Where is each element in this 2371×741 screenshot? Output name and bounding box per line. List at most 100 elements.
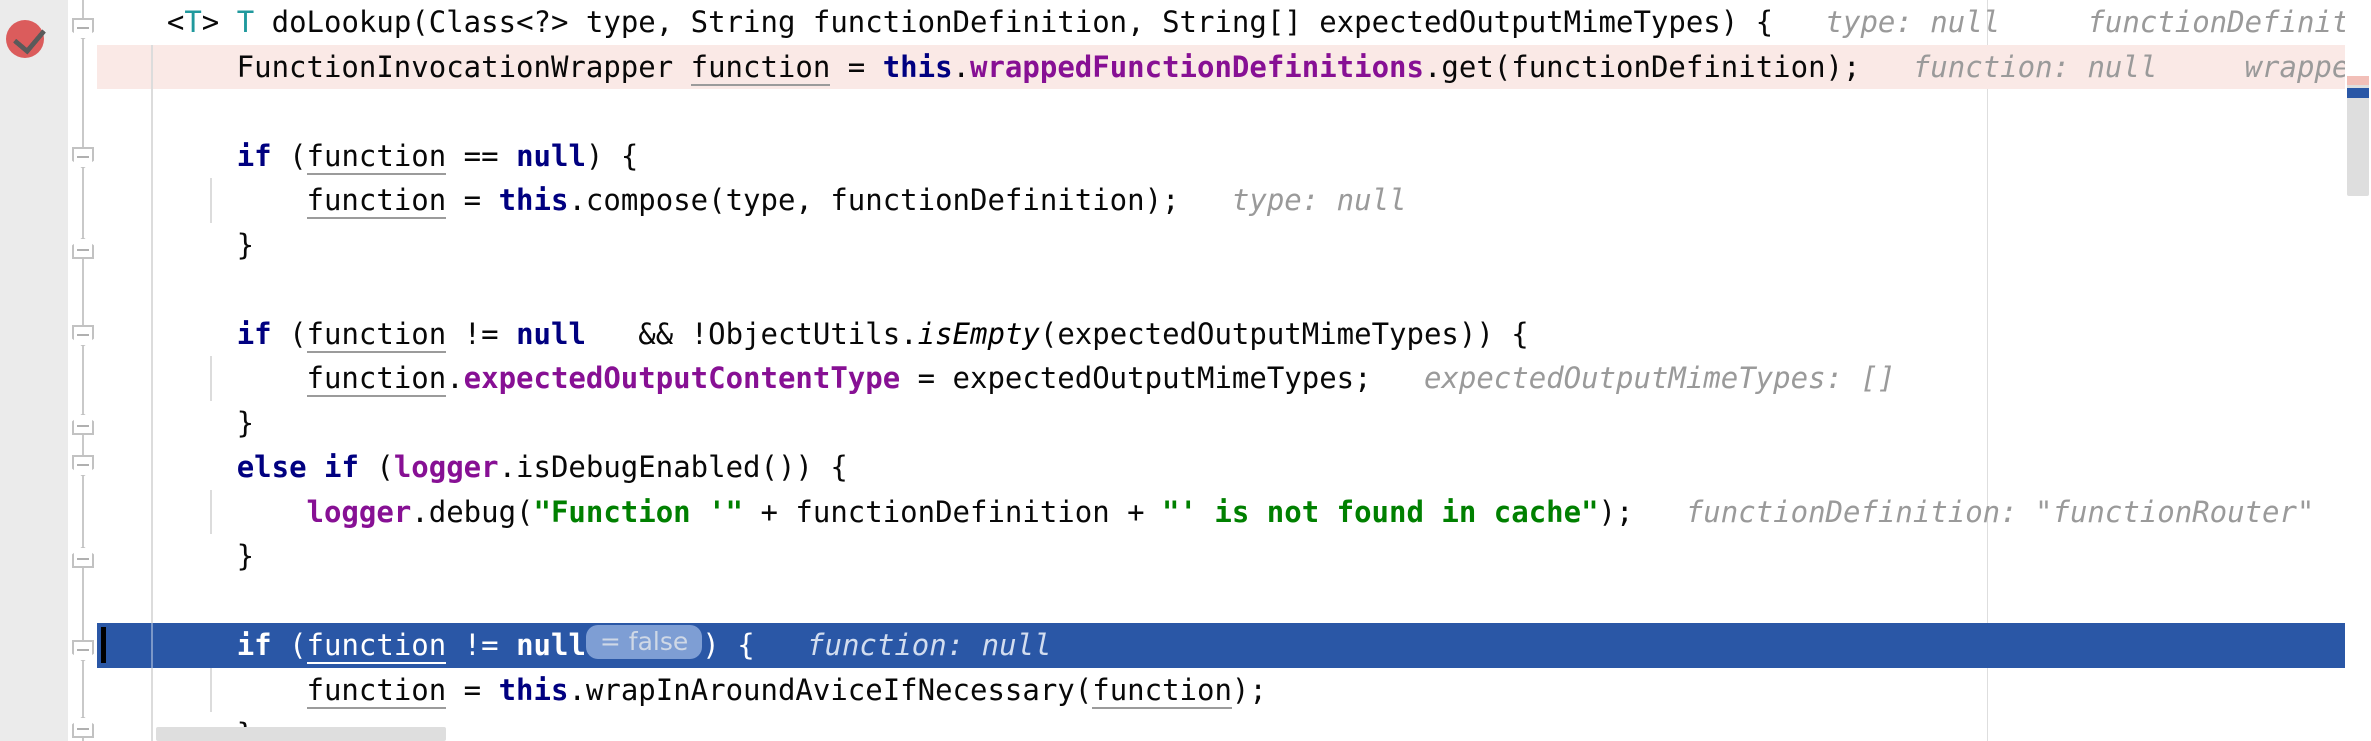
- code-line-list: <T> T doLookup(Class<?> type, String fun…: [97, 0, 2371, 741]
- line-text: }: [97, 406, 254, 440]
- fold-marker-body: [72, 147, 94, 169]
- token-plain: =: [446, 183, 499, 217]
- token-localvar: function: [306, 183, 447, 219]
- token-plain: }: [97, 227, 255, 262]
- text-caret: [101, 627, 106, 663]
- editor-gutter[interactable]: [0, 0, 68, 741]
- code-folding-column[interactable]: [68, 0, 97, 741]
- line-if-function-ne-null-selected[interactable]: if (function != null = false) { function:…: [97, 623, 2371, 668]
- token-field: logger: [393, 450, 499, 484]
- fold-marker-body: [72, 546, 94, 568]
- token-plain: .isDebugEnabled()) {: [498, 450, 848, 484]
- token-kw: null: [516, 628, 586, 662]
- minus-icon: [77, 249, 89, 251]
- horizontal-scrollbar-thumb[interactable]: [156, 727, 446, 741]
- token-str: "' is not found in cache": [1162, 494, 1599, 529]
- line-text: }: [97, 539, 254, 573]
- fold-expand-up-icon[interactable]: [72, 413, 94, 435]
- token-kw: this: [498, 183, 569, 217]
- line-blank-1[interactable]: [97, 89, 2371, 134]
- line-close-brace-1[interactable]: }: [97, 222, 2371, 267]
- token-plain: ==: [446, 138, 517, 173]
- token-str: "Function '": [533, 494, 744, 529]
- fold-marker-body: [72, 237, 94, 259]
- token-hint: expectedOutputMimeTypes: []: [1371, 361, 1896, 395]
- line-blank-2[interactable]: [97, 267, 2371, 312]
- token-staticm: isEmpty: [917, 316, 1040, 351]
- line-else-if-logger-debug-enabled[interactable]: else if (logger.isDebugEnabled()) {: [97, 445, 2371, 490]
- line-close-brace-3[interactable]: }: [97, 534, 2371, 579]
- breakpoint-verified-icon[interactable]: [6, 20, 47, 58]
- token-kw: this: [882, 49, 953, 84]
- token-plain: );: [1598, 494, 1634, 529]
- line-function-invocation-wrapper[interactable]: FunctionInvocationWrapper function = thi…: [97, 44, 2371, 89]
- line-text: if (function != null = false) { function:…: [97, 625, 1052, 664]
- fold-expand-up-icon[interactable]: [72, 237, 94, 259]
- token-plain: >: [201, 5, 237, 39]
- token-hint: type: null: [1179, 183, 1407, 217]
- token-plain: ) {: [702, 628, 755, 662]
- token-plain: !=: [446, 628, 517, 662]
- fold-collapse-down-icon[interactable]: [72, 640, 94, 662]
- code-editor[interactable]: <T> T doLookup(Class<?> type, String fun…: [0, 0, 2371, 741]
- fold-marker-body: [72, 640, 94, 662]
- token-localvar: function: [690, 49, 831, 86]
- token-hint: functionDefinition: "functionRouter": [2087, 5, 2371, 39]
- indent-guide: [151, 89, 153, 134]
- token-plain: .wrapInAroundAviceIfNecessary(: [568, 672, 1093, 707]
- token-plain: .: [952, 49, 971, 84]
- minus-icon: [77, 27, 89, 29]
- line-function-compose[interactable]: function = this.compose(type, functionDe…: [97, 178, 2371, 223]
- vertical-scrollbar[interactable]: [2345, 0, 2371, 741]
- token-plain: (: [271, 316, 307, 351]
- line-text: function = this.compose(type, functionDe…: [97, 183, 1407, 219]
- line-logger-debug-call[interactable]: logger.debug("Function '" + functionDefi…: [97, 489, 2371, 534]
- horizontal-scrollbar[interactable]: [68, 725, 2345, 741]
- fold-expand-up-icon[interactable]: [72, 546, 94, 568]
- fold-collapse-down-icon[interactable]: [72, 18, 94, 40]
- token-plain: ) {: [585, 138, 639, 173]
- fold-marker-body: [72, 413, 94, 435]
- inline-value-badge[interactable]: = false: [585, 625, 703, 659]
- minus-icon: [77, 334, 89, 336]
- error-stripe-marker[interactable]: [2347, 76, 2369, 85]
- indent-guide: [151, 267, 153, 312]
- fold-collapse-down-icon[interactable]: [72, 325, 94, 347]
- line-wrap-in-around-avice[interactable]: function = this.wrapInAroundAviceIfNeces…: [97, 667, 2371, 712]
- line-close-brace-2[interactable]: }: [97, 400, 2371, 445]
- code-content-area[interactable]: <T> T doLookup(Class<?> type, String fun…: [97, 0, 2371, 741]
- token-kw: if: [236, 138, 272, 173]
- line-if-function-eq-null[interactable]: if (function == null) {: [97, 133, 2371, 178]
- fold-marker-body: [72, 18, 94, 40]
- line-text: FunctionInvocationWrapper function = thi…: [97, 49, 2371, 86]
- line-if-function-ne-null-objectutils[interactable]: if (function != null && !ObjectUtils.isE…: [97, 311, 2371, 356]
- token-plain: =: [446, 672, 499, 707]
- caret-stripe-marker[interactable]: [2347, 88, 2369, 98]
- minus-icon: [77, 649, 89, 651]
- token-kw: if: [236, 628, 272, 662]
- fold-collapse-down-icon[interactable]: [72, 455, 94, 477]
- fold-collapse-down-icon[interactable]: [72, 147, 94, 169]
- token-field: logger: [306, 494, 412, 529]
- line-expected-output-content-type[interactable]: function.expectedOutputContentType = exp…: [97, 356, 2371, 401]
- token-plain: }: [97, 405, 255, 440]
- token-localvar: function: [306, 138, 447, 175]
- line-text: <T> T doLookup(Class<?> type, String fun…: [97, 5, 2371, 39]
- token-plain: FunctionInvocationWrapper: [97, 49, 691, 84]
- token-hint: type: null: [1773, 5, 2001, 39]
- token-kw: if: [236, 316, 272, 351]
- line-dolookup-signature[interactable]: <T> T doLookup(Class<?> type, String fun…: [97, 0, 2371, 45]
- line-text: function.expectedOutputContentType = exp…: [97, 361, 1896, 397]
- token-plain: (: [358, 450, 394, 484]
- token-hint: function: null: [1860, 49, 2158, 84]
- token-hint: function: null: [754, 628, 1052, 662]
- token-plain: (: [271, 628, 307, 662]
- line-blank-3[interactable]: [97, 578, 2371, 623]
